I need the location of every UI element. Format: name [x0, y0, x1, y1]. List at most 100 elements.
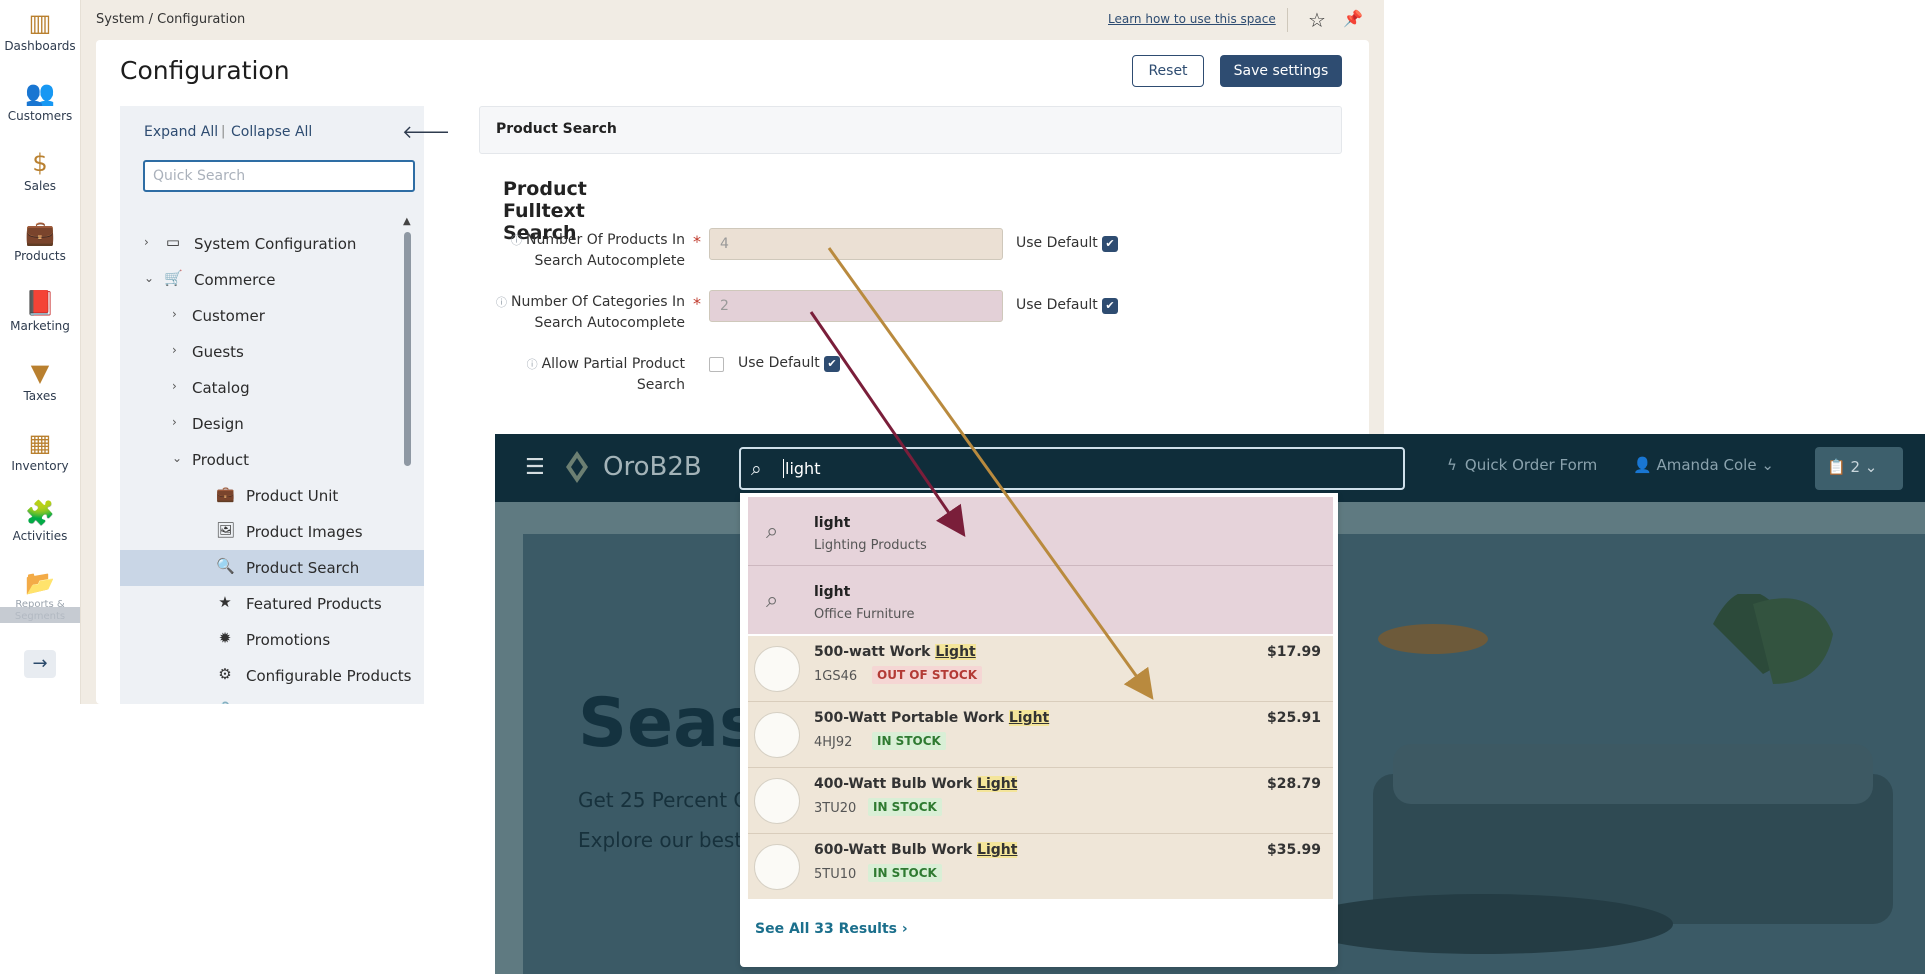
nav-label: Inventory [11, 459, 69, 473]
required-marker: * [693, 294, 701, 313]
chevron-right-icon[interactable]: › [172, 379, 177, 393]
tree-item[interactable]: ✹ Promotions [120, 622, 424, 658]
use-default-checkbox[interactable]: ✔ [1102, 298, 1118, 314]
nav-customers[interactable]: 👥 Customers [0, 78, 80, 123]
use-default-checkbox[interactable]: ✔ [1102, 236, 1118, 252]
chevron-right-icon[interactable]: › [144, 235, 149, 249]
star-icon[interactable]: ☆ [1308, 8, 1326, 32]
store-search-input[interactable]: ⌕ light [739, 447, 1405, 490]
categories-autocomplete-input[interactable]: 2 [709, 290, 1003, 322]
category-suggestion[interactable]: ⌕ light Lighting Products [748, 497, 1333, 565]
tree-item[interactable]: ⌄ 🛒 Commerce [120, 262, 424, 298]
tree-item-icon: ⚙ [218, 665, 232, 683]
scroll-up-icon[interactable]: ▲ [403, 216, 411, 227]
user-menu[interactable]: 👤 Amanda Cole ⌄ [1633, 456, 1774, 474]
store-header: ☰ OroB2B ⌕ light ϟ Quick Order Form 👤 Ama… [495, 434, 1925, 502]
products-autocomplete-input[interactable]: 4 [709, 228, 1003, 260]
tree-item-label: Commerce [194, 271, 276, 289]
nav-inventory[interactable]: ▦ Inventory [0, 428, 80, 473]
tree-item[interactable]: › Guests [120, 334, 424, 370]
tree-item[interactable]: ⌄ Product [120, 442, 424, 478]
nav-taxes[interactable]: ▼ Taxes [0, 358, 80, 403]
nav-hide-bar[interactable] [0, 607, 80, 623]
tree-item-icon: 🖼 [216, 521, 236, 539]
use-default-checkbox[interactable]: ✔ [824, 356, 840, 372]
category-suggestion[interactable]: ⌕ light Office Furniture [748, 566, 1333, 634]
nav-products[interactable]: 💼 Products [0, 218, 80, 263]
tree-item-label: Configurable Products [246, 667, 412, 685]
nav-label: Sales [24, 179, 56, 193]
info-icon[interactable]: ⓘ [496, 296, 507, 309]
menu-icon[interactable]: ☰ [525, 455, 545, 480]
expand-all-link[interactable]: Expand All [144, 124, 218, 140]
product-suggestion[interactable]: 500-watt Work Light 1GS46 OUT OF STOCK $… [748, 636, 1333, 701]
search-input-value: light [783, 459, 821, 478]
chevron-down-icon[interactable]: ⌄ [144, 271, 154, 285]
product-suggestion[interactable]: 400-Watt Bulb Work Light 3TU20 IN STOCK … [748, 768, 1333, 833]
tree-item-icon: ▭ [165, 233, 181, 251]
chevron-right-icon[interactable]: › [172, 307, 177, 321]
tree-item-icon: 🔍 [216, 557, 235, 575]
stock-badge: IN STOCK [868, 798, 942, 816]
chevron-down-icon[interactable]: ⌄ [172, 451, 182, 465]
suggestion-term: light [814, 584, 851, 600]
nav-expand-button[interactable]: → [24, 650, 56, 678]
chevron-right-icon[interactable]: › [172, 415, 177, 429]
puzzle-icon: 🧩 [25, 499, 55, 527]
reset-button[interactable]: Reset [1132, 55, 1204, 87]
tree-item[interactable]: › Customer [120, 298, 424, 334]
tree-scrollbar[interactable]: ▲ ▼ [401, 216, 413, 704]
suggestion-category: Lighting Products [814, 538, 927, 553]
tree-item[interactable]: 🖼 Product Images [120, 514, 424, 550]
logo-text[interactable]: OroB2B [603, 452, 702, 482]
tree-item[interactable]: 🔓 Seller Product Approv [120, 694, 424, 704]
nav-sales[interactable]: $ Sales [0, 148, 80, 193]
product-suggestion[interactable]: 600-Watt Bulb Work Light 5TU10 IN STOCK … [748, 834, 1333, 899]
stock-badge: IN STOCK [872, 732, 946, 750]
info-icon[interactable]: ⓘ [527, 358, 538, 371]
learn-link[interactable]: Learn how to use this space [1108, 12, 1276, 26]
quick-order-form-link[interactable]: ϟ Quick Order Form [1447, 456, 1597, 474]
field-label-text: Number Of Products In Search Autocomplet… [526, 232, 685, 269]
tree-item-label: Customer [192, 307, 265, 325]
product-price: $35.99 [1266, 842, 1321, 858]
required-marker: * [693, 232, 701, 251]
tree-item[interactable]: › Design [120, 406, 424, 442]
product-price: $28.79 [1266, 776, 1321, 792]
product-price: $25.91 [1266, 710, 1321, 726]
tree-item-label: Product [192, 451, 249, 469]
pin-icon[interactable]: 📌 [1343, 9, 1363, 28]
chevron-right-icon[interactable]: › [172, 343, 177, 357]
highlight: Light [977, 842, 1018, 858]
chevron-down-icon: ⌄ [1860, 458, 1878, 476]
see-all-results-link[interactable]: See All 33 Results › [755, 921, 908, 937]
folder-icon: 📂 [25, 569, 55, 597]
collapse-tree-icon[interactable]: 🡐 [402, 122, 450, 143]
tree-item-icon: ★ [218, 593, 232, 611]
collapse-all-link[interactable]: Collapse All [231, 124, 312, 140]
tree-item-label: System Configuration [194, 235, 357, 253]
shopping-list-button[interactable]: 📋 2 ⌄ [1815, 447, 1903, 490]
partial-search-checkbox[interactable] [709, 357, 724, 372]
autocomplete-dropdown: ⌕ light Lighting Products ⌕ light Office… [740, 493, 1338, 967]
tree-item[interactable]: ★ Featured Products [120, 586, 424, 622]
tree-item[interactable]: ⚙ Configurable Products [120, 658, 424, 694]
tree-item[interactable]: 💼 Product Unit [120, 478, 424, 514]
nav-label: Marketing [10, 319, 70, 333]
quick-search-input[interactable] [143, 160, 415, 192]
field-label: ⓘ Allow Partial Product Search [479, 354, 685, 395]
product-suggestion[interactable]: 500-Watt Portable Work Light 4HJ92 IN ST… [748, 702, 1333, 767]
tree-item[interactable]: › ▭ System Configuration [120, 226, 424, 262]
product-thumbnail [754, 646, 800, 692]
save-settings-button[interactable]: Save settings [1220, 55, 1342, 87]
nav-marketing[interactable]: 📕 Marketing [0, 288, 80, 333]
tree-item[interactable]: 🔍 Product Search [120, 550, 424, 586]
info-icon[interactable]: ⓘ [511, 234, 522, 247]
tree-item[interactable]: › Catalog [120, 370, 424, 406]
nav-activities[interactable]: 🧩 Activities [0, 498, 80, 543]
briefcase-icon: 💼 [25, 219, 55, 247]
nav-dashboards[interactable]: ▥ Dashboards [0, 8, 80, 53]
filter-icon: ▼ [30, 359, 50, 387]
tree-item-label: Catalog [192, 379, 250, 397]
scroll-thumb[interactable] [404, 232, 411, 466]
